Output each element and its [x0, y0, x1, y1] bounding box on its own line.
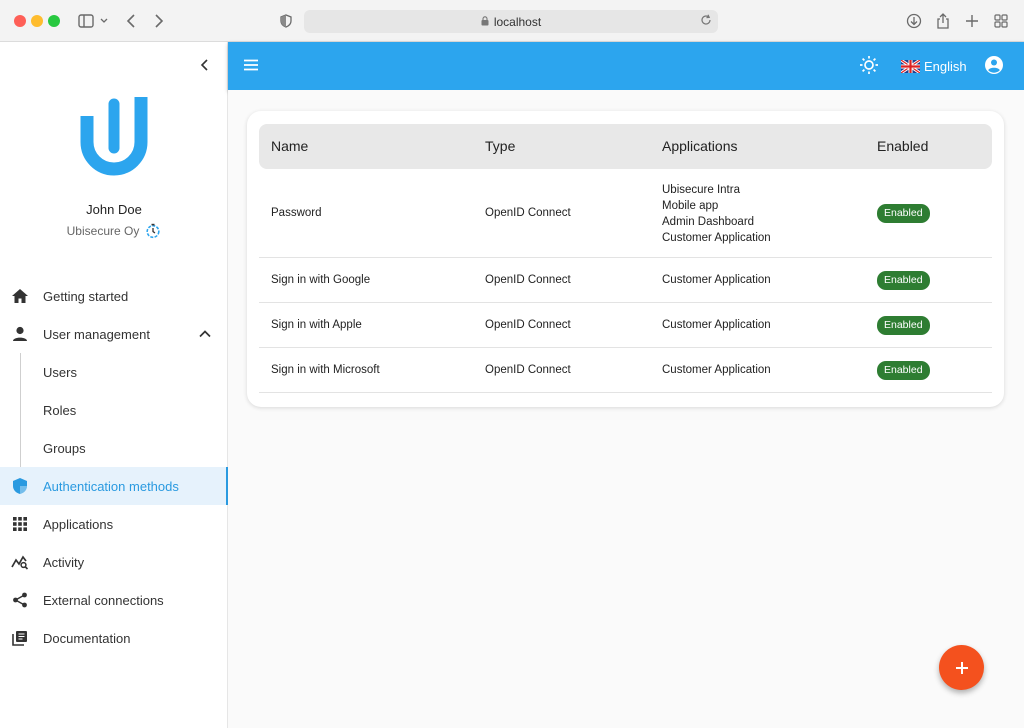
sidebar-item-label: Authentication methods — [43, 478, 179, 494]
sidebar-item-label: Users — [43, 364, 77, 380]
forward-icon[interactable] — [152, 10, 166, 32]
menu-icon[interactable] — [242, 56, 260, 74]
sidebar-item-external-connections[interactable]: External connections — [0, 581, 228, 619]
account-circle-icon[interactable] — [984, 55, 1004, 75]
app-bar: English — [228, 42, 1024, 90]
shield-icon — [11, 477, 29, 495]
tab-overview-icon[interactable] — [992, 10, 1010, 32]
application-name: Customer Application — [662, 274, 771, 286]
application-name: Mobile app — [662, 200, 719, 212]
column-header-type[interactable]: Type — [485, 138, 515, 154]
sidebar-item-label: Getting started — [43, 288, 129, 304]
sidebar-item-label: Applications — [43, 516, 114, 532]
sidebar-item-activity[interactable]: Activity — [0, 543, 228, 581]
user-organization: Ubisecure Oy — [0, 223, 228, 239]
zoom-window-button[interactable] — [48, 15, 60, 27]
method-name: Password — [271, 207, 322, 219]
url-text: localhost — [493, 14, 542, 29]
status-badge: Enabled — [877, 361, 930, 380]
privacy-shield-icon[interactable] — [278, 10, 294, 32]
authentication-methods-table: Name Type Applications Enabled Password … — [259, 124, 992, 393]
collapse-sidebar-button[interactable] — [196, 56, 214, 74]
sidebar-item-documentation[interactable]: Documentation — [0, 619, 228, 657]
sidebar-item-label: Roles — [43, 402, 77, 418]
new-tab-icon[interactable] — [963, 10, 981, 32]
method-type: OpenID Connect — [485, 319, 571, 331]
authentication-methods-card: Name Type Applications Enabled Password … — [247, 111, 1004, 407]
library-books-icon — [11, 629, 29, 647]
user-management-submenu: Users Roles Groups — [0, 353, 228, 467]
sidebar-item-label: User management — [43, 326, 150, 342]
chevron-left-icon — [200, 59, 208, 71]
sidebar-item-label: Activity — [43, 554, 85, 570]
method-type: OpenID Connect — [485, 274, 571, 286]
status-badge: Enabled — [877, 271, 930, 290]
minimize-window-button[interactable] — [31, 15, 43, 27]
share-icon — [11, 591, 29, 609]
method-type: OpenID Connect — [485, 364, 571, 376]
sidebar-item-authentication-methods[interactable]: Authentication methods — [0, 467, 228, 505]
person-icon — [11, 325, 29, 343]
method-applications: Ubisecure Intra Mobile app Admin Dashboa… — [662, 182, 771, 246]
downloads-icon[interactable] — [905, 10, 923, 32]
activity-icon — [11, 553, 29, 571]
sidebar-toggle-icon[interactable] — [76, 10, 110, 32]
plus-icon — [955, 661, 968, 674]
sidebar-item-user-management[interactable]: User management — [0, 315, 228, 353]
home-icon — [11, 287, 29, 305]
sidebar-item-applications[interactable]: Applications — [0, 505, 228, 543]
application-name: Ubisecure Intra — [662, 184, 740, 196]
apps-grid-icon — [11, 515, 29, 533]
address-bar[interactable]: localhost — [304, 10, 718, 33]
status-badge: Enabled — [877, 316, 930, 335]
method-name: Sign in with Microsoft — [271, 364, 380, 376]
back-icon[interactable] — [124, 10, 138, 32]
table-row[interactable]: Sign in with Apple OpenID Connect Custom… — [259, 303, 992, 348]
add-authentication-method-button[interactable] — [939, 645, 984, 690]
method-name: Sign in with Apple — [271, 319, 362, 331]
uk-flag-icon — [901, 59, 920, 73]
language-label: English — [924, 58, 967, 74]
application-name: Customer Application — [662, 319, 771, 331]
sidebar-item-label: External connections — [43, 592, 164, 608]
brightness-icon[interactable] — [859, 55, 879, 75]
sidebar-item-label: Documentation — [43, 630, 131, 646]
sidebar-nav: Getting started User management Users Ro… — [0, 277, 228, 657]
column-header-name[interactable]: Name — [271, 138, 308, 154]
application-name: Customer Application — [662, 364, 771, 376]
method-type: OpenID Connect — [485, 207, 571, 219]
table-header: Name Type Applications Enabled — [259, 124, 992, 169]
method-name: Sign in with Google — [271, 274, 371, 286]
user-name: John Doe — [86, 202, 142, 217]
table-row[interactable]: Sign in with Microsoft OpenID Connect Cu… — [259, 348, 992, 393]
status-badge: Enabled — [877, 204, 930, 223]
application-name: Admin Dashboard — [662, 216, 755, 228]
sidebar-item-users[interactable]: Users — [0, 353, 228, 391]
close-window-button[interactable] — [14, 15, 26, 27]
reload-icon[interactable] — [700, 14, 712, 29]
language-selector[interactable]: English — [901, 56, 967, 76]
application-name: Customer Application — [662, 232, 771, 244]
ubisecure-logo — [76, 96, 152, 178]
share-page-icon[interactable] — [934, 10, 952, 32]
sidebar-item-roles[interactable]: Roles — [0, 391, 228, 429]
lock-icon — [481, 15, 489, 29]
sidebar-item-label: Groups — [43, 440, 86, 456]
organization-name: Ubisecure Oy — [66, 224, 140, 238]
chevron-up-icon[interactable] — [197, 326, 213, 342]
table-row[interactable]: Password OpenID Connect Ubisecure Intra … — [259, 169, 992, 258]
sidebar-item-getting-started[interactable]: Getting started — [0, 277, 228, 315]
sidebar: John Doe Ubisecure Oy Getting started Us… — [0, 42, 228, 728]
column-header-applications[interactable]: Applications — [662, 138, 738, 154]
column-header-enabled[interactable]: Enabled — [877, 138, 928, 154]
main-content: Name Type Applications Enabled Password … — [228, 90, 1024, 728]
browser-toolbar: localhost — [0, 0, 1024, 42]
sidebar-item-groups[interactable]: Groups — [0, 429, 228, 467]
table-row[interactable]: Sign in with Google OpenID Connect Custo… — [259, 258, 992, 303]
timer-icon[interactable] — [145, 223, 161, 239]
